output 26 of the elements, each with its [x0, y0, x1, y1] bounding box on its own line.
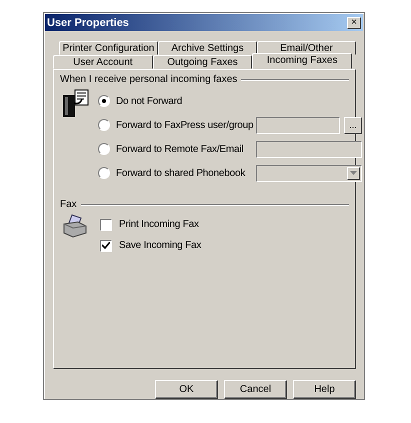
tab[interactable]: User Account — [53, 55, 153, 69]
radio-button[interactable] — [98, 143, 110, 155]
tab[interactable]: Outgoing Faxes — [152, 55, 252, 69]
checkbox[interactable] — [100, 218, 112, 230]
checkbox-label: Save Incoming Fax — [119, 240, 202, 251]
option-label: Forward to FaxPress user/group — [116, 120, 254, 130]
dialog-button[interactable]: Help — [293, 380, 356, 399]
close-button[interactable]: × — [347, 16, 361, 28]
printer-icon — [62, 214, 88, 238]
option-label: Forward to shared Phonebook — [116, 168, 246, 178]
tab[interactable]: Archive Settings — [158, 41, 257, 55]
tab[interactable]: Incoming Faxes — [252, 53, 352, 69]
radio-button[interactable] — [98, 119, 110, 131]
radio-button[interactable] — [98, 95, 110, 107]
checkbox-label: Print Incoming Fax — [119, 219, 200, 230]
tab[interactable]: Printer Configuration — [59, 41, 158, 55]
option-label: Do not Forward — [116, 96, 184, 106]
radio-button[interactable] — [98, 167, 110, 179]
group-title: Fax — [60, 199, 77, 210]
window-title: User Properties — [47, 16, 129, 28]
dialog-button[interactable]: Cancel — [224, 380, 287, 399]
fax-book-icon — [62, 89, 90, 119]
dialog-button[interactable]: OK — [155, 380, 218, 399]
group-title: When I receive personal incoming faxes — [60, 74, 238, 85]
option-label: Forward to Remote Fax/Email — [116, 144, 244, 154]
checkbox[interactable] — [100, 240, 112, 252]
